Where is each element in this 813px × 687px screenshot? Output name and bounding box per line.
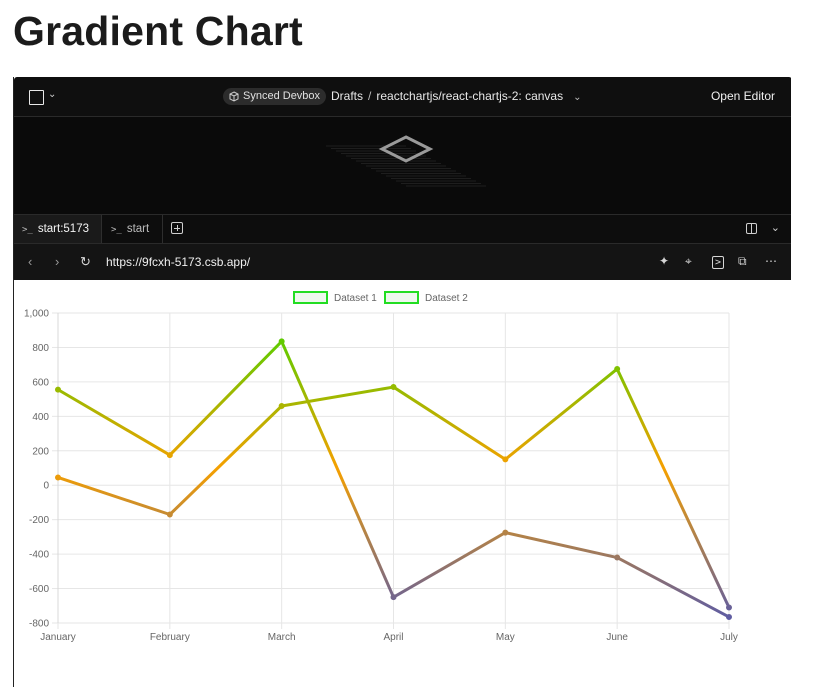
console-icon[interactable]: >: [712, 256, 725, 269]
devbox-preview: [14, 117, 791, 215]
data-point-series-1[interactable]: [726, 613, 732, 620]
y-tick-label: -600: [29, 584, 49, 595]
data-point-series-2[interactable]: [614, 365, 621, 372]
badge-label: Synced Devbox: [243, 90, 321, 102]
chevron-down-icon[interactable]: ⌄: [48, 89, 56, 100]
x-tick-label: February: [150, 632, 190, 643]
page-title: Gradient Chart: [13, 8, 303, 54]
x-tick-label: March: [268, 632, 296, 643]
y-tick-label: 200: [32, 446, 49, 457]
cube-icon: [229, 91, 239, 102]
data-point-series-2[interactable]: [166, 511, 173, 518]
data-point-series-1[interactable]: [502, 529, 509, 536]
more-icon[interactable]: ⋯: [765, 254, 777, 268]
y-tick-label: 800: [32, 343, 49, 354]
x-tick-label: May: [496, 632, 515, 643]
new-window-icon[interactable]: ⧉: [738, 254, 747, 269]
y-tick-label: -200: [29, 515, 49, 526]
add-tab-icon[interactable]: [171, 222, 183, 234]
y-tick-label: -400: [29, 550, 49, 561]
y-tick-label: 1,000: [24, 309, 49, 320]
legend-swatch[interactable]: [384, 291, 419, 304]
forward-arrow-icon[interactable]: ›: [55, 254, 59, 269]
breadcrumb: Drafts / reactchartjs/react-chartjs-2: can…: [331, 89, 581, 103]
embed-topbar: ⌄ Synced Devbox Drafts / reactchartjs/reac…: [14, 77, 791, 117]
y-tick-label: 600: [32, 377, 49, 388]
reload-icon[interactable]: ↻: [80, 254, 91, 270]
split-view-icon[interactable]: [746, 223, 757, 234]
data-point-series-2[interactable]: [726, 604, 732, 611]
y-tick-label: -800: [29, 619, 49, 630]
legend-label[interactable]: Dataset 2: [425, 293, 468, 304]
tab-start-5173[interactable]: >_ start:5173: [14, 215, 102, 243]
breadcrumb-drafts[interactable]: Drafts: [331, 89, 363, 103]
menu-square-icon[interactable]: [29, 90, 44, 105]
url-field[interactable]: https://9fcxh-5173.csb.app/: [106, 255, 250, 269]
back-arrow-icon[interactable]: ‹: [28, 254, 32, 269]
x-tick-label: January: [40, 632, 76, 643]
isometric-grid-graphic: [326, 135, 486, 187]
crosshair-icon[interactable]: ⌖: [685, 254, 692, 269]
legend-label[interactable]: Dataset 1: [334, 293, 377, 304]
open-editor-button[interactable]: Open Editor: [711, 89, 775, 103]
data-point-series-1[interactable]: [166, 452, 173, 459]
breadcrumb-separator: /: [368, 89, 372, 103]
terminal-tabs: >_ start:5173 >_ start ⌄: [14, 215, 791, 244]
tab-label: start:5173: [37, 223, 89, 235]
data-point-series-1[interactable]: [278, 338, 285, 345]
tab-start[interactable]: >_ start: [103, 215, 163, 243]
tab-label: start: [126, 223, 150, 235]
data-point-series-1[interactable]: [614, 554, 621, 561]
browser-urlbar: ‹ › ↻ https://9fcxh-5173.csb.app/ ✦ ⌖ > …: [14, 244, 791, 280]
legend-swatch[interactable]: [293, 291, 328, 304]
chevron-down-icon[interactable]: ⌄: [573, 92, 581, 103]
data-point-series-2[interactable]: [278, 403, 285, 409]
data-point-series-1[interactable]: [390, 594, 397, 601]
x-tick-label: June: [606, 632, 628, 643]
data-point-series-2[interactable]: [502, 456, 509, 463]
terminal-icon: >_: [111, 225, 122, 235]
y-tick-label: 0: [43, 481, 49, 492]
data-point-series-2[interactable]: [390, 384, 397, 391]
sandbox-embed: ⌄ Synced Devbox Drafts / reactchartjs/reac…: [13, 77, 791, 687]
x-tick-label: July: [720, 632, 738, 643]
terminal-icon: >_: [22, 225, 33, 235]
data-point-series-2[interactable]: [55, 474, 61, 481]
chart-area: 1,000 800 600 400 200 0 -200 -400 -600 -800 Janua…: [14, 280, 791, 687]
x-tick-label: April: [383, 632, 403, 643]
breadcrumb-project[interactable]: reactchartjs/react-chartjs-2: canvas: [376, 89, 563, 103]
line-chart: 1,000 800 600 400 200 0 -200 -400 -600 -800 Janua…: [24, 291, 738, 643]
chevron-down-icon[interactable]: ⌄: [771, 221, 780, 234]
data-point-series-1[interactable]: [55, 386, 61, 393]
y-tick-label: 400: [32, 412, 49, 423]
sparkle-icon[interactable]: ✦: [659, 254, 669, 268]
synced-devbox-badge: Synced Devbox: [223, 88, 327, 105]
